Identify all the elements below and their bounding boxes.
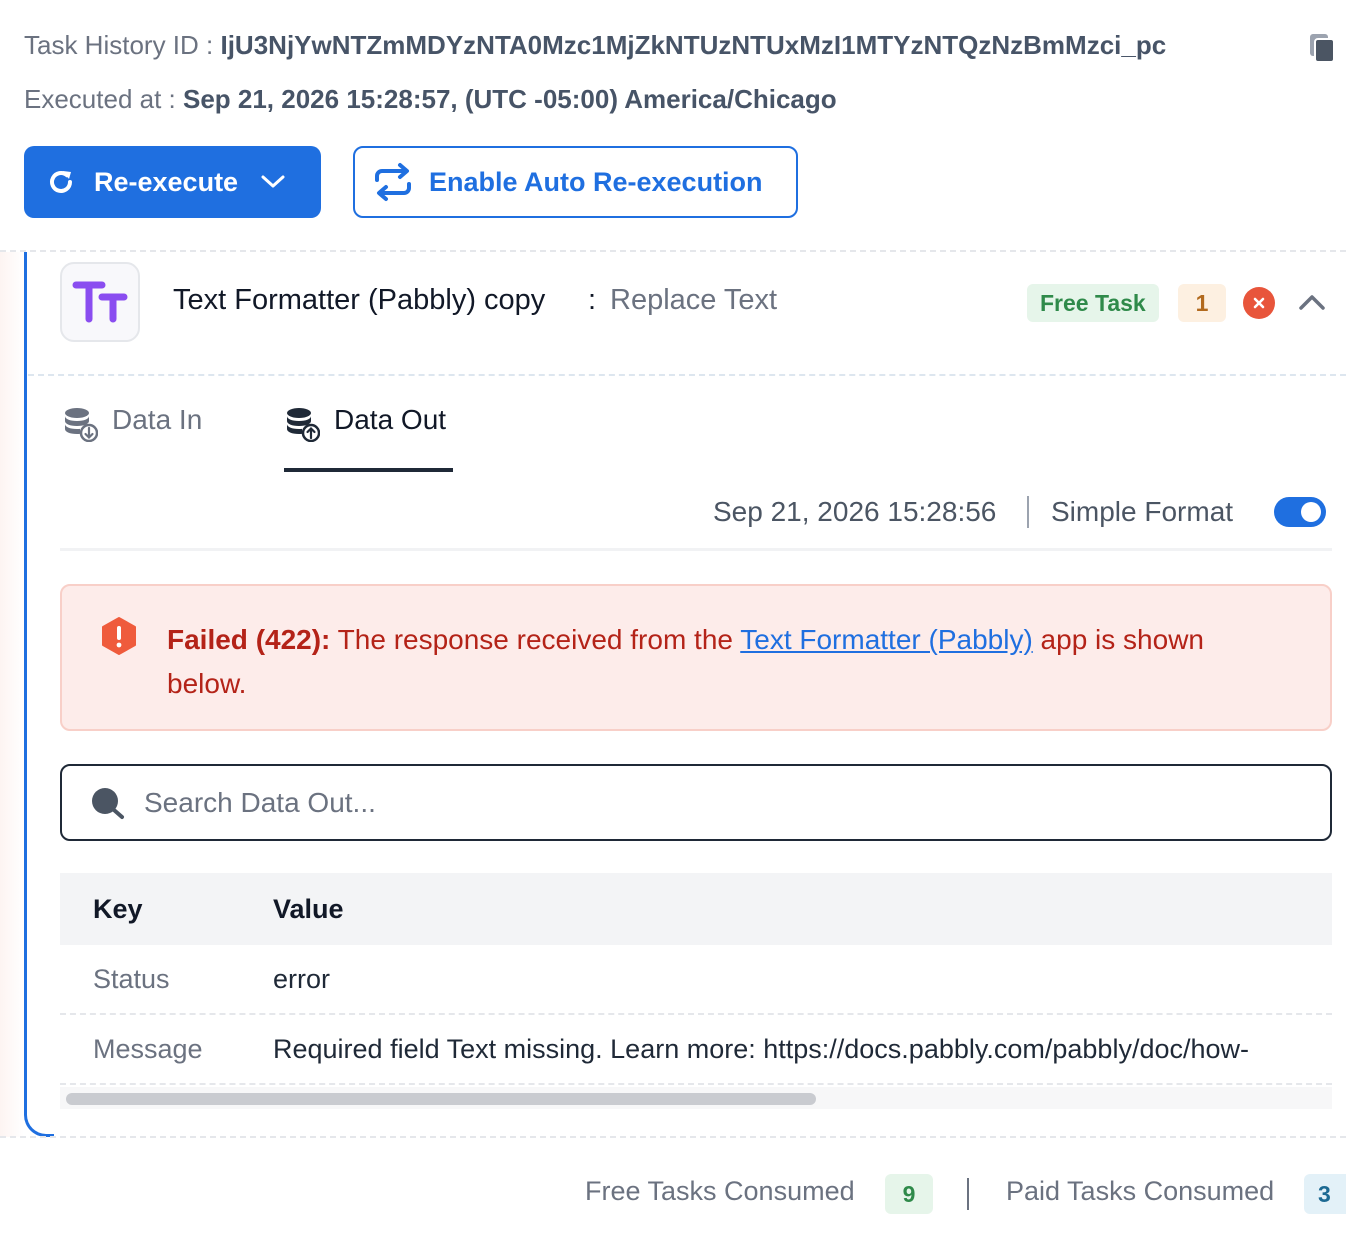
- tab-data-in[interactable]: Data In: [62, 404, 202, 472]
- task-history-label: Task History ID :: [24, 30, 221, 60]
- error-status-icon: [1243, 287, 1275, 319]
- divider: [28, 374, 1346, 376]
- executed-label: Executed at :: [24, 84, 183, 114]
- enable-auto-reexecution-button[interactable]: Enable Auto Re-execution: [353, 146, 798, 218]
- divider: [0, 1136, 1346, 1138]
- card-left-shade: [0, 252, 24, 1137]
- database-upload-icon: [287, 408, 320, 442]
- step-count-badge: 1: [1178, 284, 1226, 322]
- scrollbar-thumb[interactable]: [66, 1093, 816, 1105]
- row-value: Required field Text missing. Learn more:…: [273, 1033, 1249, 1064]
- chevron-down-icon[interactable]: [260, 174, 286, 190]
- value-column-header: Value: [273, 893, 344, 924]
- row-key: Status: [93, 963, 170, 994]
- free-tasks-consumed-label: Free Tasks Consumed: [585, 1176, 855, 1206]
- re-execute-button[interactable]: Re-execute: [24, 146, 321, 218]
- paid-tasks-count-badge: 3: [1304, 1174, 1346, 1214]
- copy-icon[interactable]: [1308, 32, 1336, 64]
- executed-at-line: Executed at : Sep 21, 2026 15:28:57, (UT…: [24, 84, 837, 115]
- alert-octagon-icon: [102, 617, 136, 655]
- database-download-icon: [65, 408, 98, 442]
- alert-message: Failed (422): The response received from…: [167, 618, 1277, 706]
- data-out-timestamp: Sep 21, 2026 15:28:56: [713, 496, 997, 527]
- app-action-separator: :: [588, 284, 597, 316]
- text-formatter-app-icon: [60, 262, 140, 342]
- horizontal-scrollbar[interactable]: [60, 1087, 1332, 1109]
- row-value: error: [273, 963, 331, 994]
- search-icon: [92, 787, 124, 819]
- simple-format-label: Simple Format: [1051, 496, 1234, 527]
- table-row: Message Required field Text missing. Lea…: [60, 1015, 1332, 1085]
- search-data-out-input[interactable]: [144, 786, 1244, 819]
- row-key: Message: [93, 1033, 203, 1064]
- free-task-badge: Free Task: [1027, 284, 1159, 322]
- table-row: Status error: [60, 945, 1332, 1015]
- chevron-up-icon[interactable]: [1298, 290, 1326, 314]
- repeat-icon: [375, 163, 411, 201]
- free-tasks-count-badge: 9: [885, 1174, 933, 1214]
- app-link[interactable]: Text Formatter (Pabbly): [740, 624, 1033, 655]
- error-alert: Failed (422): The response received from…: [60, 584, 1332, 731]
- alert-text-before: The response received from the: [330, 624, 741, 655]
- footer-separator: [967, 1178, 969, 1210]
- tab-data-out[interactable]: Data Out: [284, 404, 453, 472]
- action-name: Replace Text: [610, 284, 778, 316]
- task-history-id: IjU3NjYwNTZmMDYzNTA0Mzc1MjZkNTUzNTUxMzI1…: [220, 30, 1167, 60]
- table-header: Key Value: [60, 873, 1332, 945]
- meta-separator: [1027, 496, 1029, 528]
- simple-format-toggle[interactable]: [1274, 497, 1326, 527]
- tab-data-in-label: Data In: [112, 404, 203, 435]
- refresh-icon: [50, 171, 72, 193]
- tab-data-out-label: Data Out: [334, 404, 447, 435]
- toggle-knob: [1301, 502, 1321, 522]
- search-box: [60, 764, 1332, 841]
- key-column-header: Key: [93, 893, 143, 924]
- card-accent-border: [24, 252, 54, 1137]
- data-out-table: Key Value Status error Message Required …: [60, 873, 1332, 1109]
- task-history-id-line: Task History ID : IjU3NjYwNTZmMDYzNTA0Mz…: [24, 30, 1166, 61]
- re-execute-label: Re-execute: [94, 166, 239, 197]
- enable-auto-reexecution-label: Enable Auto Re-execution: [429, 166, 763, 197]
- app-name: Text Formatter (Pabbly) copy: [173, 284, 546, 316]
- paid-tasks-consumed-label: Paid Tasks Consumed: [1006, 1176, 1275, 1206]
- alert-status: Failed (422):: [167, 624, 331, 655]
- divider: [60, 548, 1332, 551]
- executed-value: Sep 21, 2026 15:28:57, (UTC -05:00) Amer…: [182, 84, 837, 114]
